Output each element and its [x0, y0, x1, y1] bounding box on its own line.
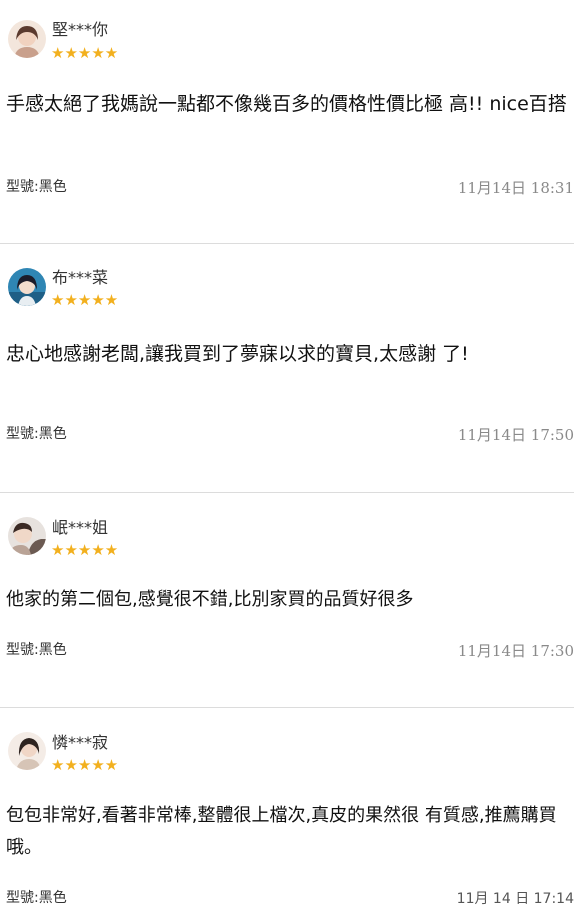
username[interactable]: 岷***姐	[52, 518, 108, 538]
username[interactable]: 憐***寂	[52, 733, 108, 753]
review-text: 手感太絕了我媽說一點都不像幾百多的價格性價比極 高!! nice百搭	[6, 93, 567, 115]
product-model: 型號:黑色	[6, 426, 67, 442]
product-model: 型號:黑色	[6, 179, 67, 195]
star-rating: ★★★★★	[51, 756, 119, 774]
review-date: 11月14日 17:50	[457, 426, 574, 444]
review-item: 布***菜 ★★★★★ 忠心地感謝老闆,讓我買到了夢寐以求的寶貝,太感謝 了! …	[0, 244, 574, 493]
review-date: 11月14日 18:31	[457, 179, 574, 197]
review-date: 11月14日 17:30	[457, 642, 574, 660]
review-text: 他家的第二個包,感覺很不錯,比別家買的品質好很多	[6, 589, 414, 610]
avatar-girl-icon[interactable]	[8, 20, 46, 58]
star-rating: ★★★★★	[51, 44, 119, 62]
star-rating: ★★★★★	[51, 541, 119, 559]
review-item: 岷***姐 ★★★★★ 他家的第二個包,感覺很不錯,比別家買的品質好很多 型號:…	[0, 493, 574, 708]
username[interactable]: 布***菜	[52, 268, 108, 288]
review-item: 憐***寂 ★★★★★ 包包非常好,看著非常棒,整體很上檔次,真皮的果然很 有質…	[0, 708, 574, 913]
review-text: 忠心地感謝老闆,讓我買到了夢寐以求的寶貝,太感謝 了!	[6, 343, 469, 365]
product-model: 型號:黑色	[6, 642, 67, 658]
review-text: 包包非常好,看著非常棒,整體很上檔次,真皮的果然很 有質感,推薦購買哦。	[6, 805, 557, 858]
review-date: 11月 14 日 17:14	[456, 891, 574, 907]
username[interactable]: 堅***你	[52, 20, 108, 40]
review-item: 堅***你 ★★★★★ 手感太絕了我媽說一點都不像幾百多的價格性價比極 高!! …	[0, 0, 574, 244]
avatar-anime-icon[interactable]	[8, 268, 46, 306]
avatar-girl-icon[interactable]	[8, 732, 46, 770]
product-model: 型號:黑色	[6, 890, 67, 906]
avatar-person-icon[interactable]	[8, 517, 46, 555]
star-rating: ★★★★★	[51, 291, 119, 309]
